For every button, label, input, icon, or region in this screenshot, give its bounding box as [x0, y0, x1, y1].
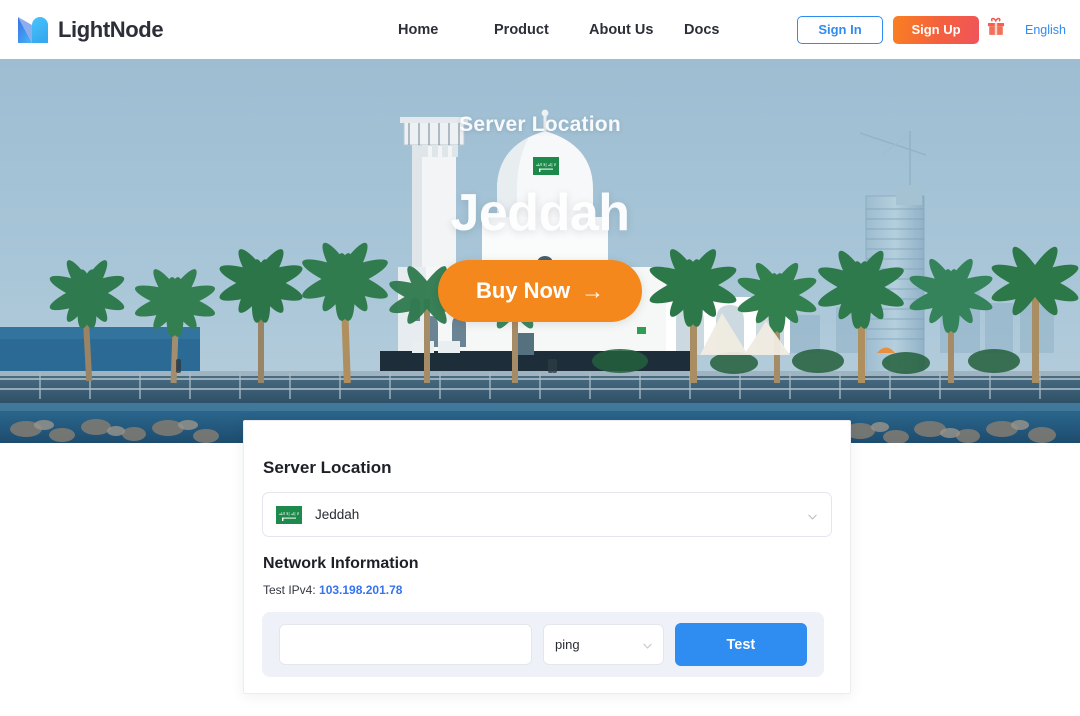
test-method-value: ping — [555, 637, 580, 652]
site-header: LightNode Home Product About Us Docs Sig… — [0, 0, 1080, 59]
hero-banner: لا إله إلا الله Server Location Jeddah B… — [0, 59, 1080, 443]
nav-item-docs[interactable]: Docs — [684, 22, 744, 38]
nav-item-home[interactable]: Home — [398, 22, 494, 38]
test-ipv4-label: Test IPv4: — [263, 583, 316, 597]
language-selector[interactable]: English — [1025, 23, 1066, 37]
arrow-right-icon: → — [581, 277, 605, 304]
test-ipv4-line: Test IPv4: 103.198.201.78 — [263, 583, 832, 597]
sign-up-button[interactable]: Sign Up — [893, 15, 979, 44]
jeddah-waterfront-image — [0, 59, 1080, 443]
logo-text: LightNode — [58, 16, 164, 42]
location-select-value: Jeddah — [315, 507, 360, 522]
server-location-card: Server Location لا إله إلا الله Jeddah N… — [243, 420, 851, 694]
buy-now-button[interactable]: Buy Now → — [438, 260, 642, 322]
logo[interactable]: LightNode — [16, 0, 164, 59]
location-select[interactable]: لا إله إلا الله Jeddah — [262, 492, 832, 537]
test-method-select[interactable]: ping — [543, 624, 664, 665]
buy-now-label: Buy Now — [475, 278, 571, 303]
card-heading-network-information: Network Information — [263, 555, 419, 572]
test-button[interactable]: Test — [674, 623, 807, 666]
nav-item-about-us[interactable]: About Us — [589, 22, 684, 38]
chevron-down-icon — [642, 639, 653, 650]
lightnode-logo-icon — [16, 15, 50, 45]
gift-icon[interactable] — [979, 16, 1007, 43]
page-root: LightNode Home Product About Us Docs Sig… — [0, 0, 1080, 716]
main-nav: Home Product About Us Docs — [398, 0, 744, 59]
saudi-arabia-flag-icon: لا إله إلا الله — [276, 505, 302, 524]
card-heading-server-location: Server Location — [263, 458, 392, 477]
header-actions: Sign In Sign Up English — [797, 0, 1066, 59]
network-test-panel: ping Test — [262, 612, 824, 677]
chevron-down-icon — [807, 509, 818, 520]
test-target-input[interactable] — [279, 624, 532, 665]
sign-in-button[interactable]: Sign In — [797, 15, 883, 44]
test-ipv4-value[interactable]: 103.198.201.78 — [319, 583, 402, 597]
saudi-arabia-flag-icon: لا إله إلا الله — [533, 157, 559, 175]
nav-item-product[interactable]: Product — [494, 22, 589, 38]
